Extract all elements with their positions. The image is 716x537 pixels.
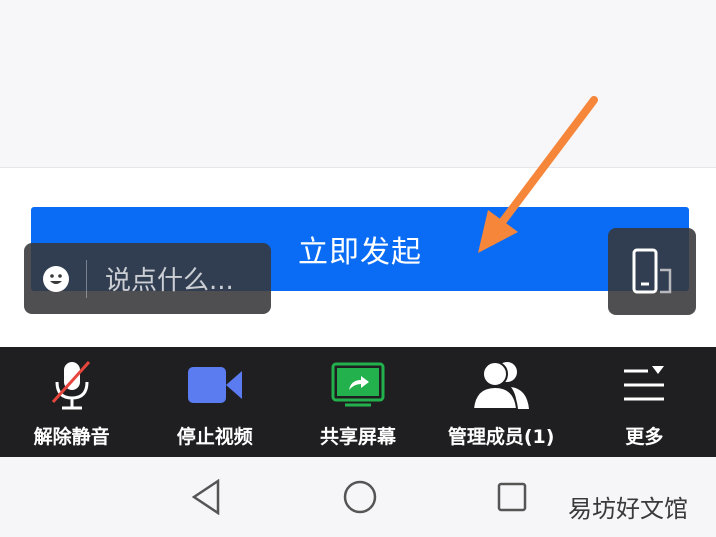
chat-placeholder: 说点什么... xyxy=(105,266,234,296)
more-label: 更多 xyxy=(625,426,664,448)
nav-recents-button[interactable] xyxy=(490,475,534,519)
home-icon xyxy=(343,480,377,514)
more-button[interactable]: 更多 xyxy=(573,347,716,457)
share-screen-label: 共享屏幕 xyxy=(319,426,396,448)
microphone-muted-icon xyxy=(51,360,90,410)
stop-video-button[interactable]: 停止视频 xyxy=(143,347,286,457)
system-nav-bar: 易坊好文馆 xyxy=(0,457,716,537)
share-screen-icon xyxy=(331,362,385,407)
back-icon xyxy=(191,479,220,515)
members-icon xyxy=(472,361,530,410)
chat-input-box[interactable]: 说点什么... xyxy=(24,243,271,314)
video-camera-icon xyxy=(187,367,242,403)
manage-members-button[interactable]: 管理成员(1) xyxy=(430,347,573,457)
manage-members-label: 管理成员(1) xyxy=(447,426,555,448)
rotate-screen-icon xyxy=(632,248,672,293)
share-screen-button[interactable]: 共享屏幕 xyxy=(286,347,429,457)
rotate-screen-button[interactable] xyxy=(608,228,696,315)
chat-divider xyxy=(86,259,87,298)
recents-icon xyxy=(497,482,527,512)
nav-back-button[interactable] xyxy=(184,475,228,519)
unmute-label: 解除静音 xyxy=(33,426,110,448)
more-menu-icon xyxy=(624,366,665,401)
watermark-text: 易坊好文馆 xyxy=(568,495,688,523)
nav-home-button[interactable] xyxy=(338,475,382,519)
unmute-button[interactable]: 解除静音 xyxy=(0,347,143,457)
meeting-toolbar: 解除静音 停止视频 共享屏幕 管理成员(1) 更多 xyxy=(0,347,716,457)
emoji-icon[interactable] xyxy=(42,265,70,293)
stop-video-label: 停止视频 xyxy=(176,426,253,448)
